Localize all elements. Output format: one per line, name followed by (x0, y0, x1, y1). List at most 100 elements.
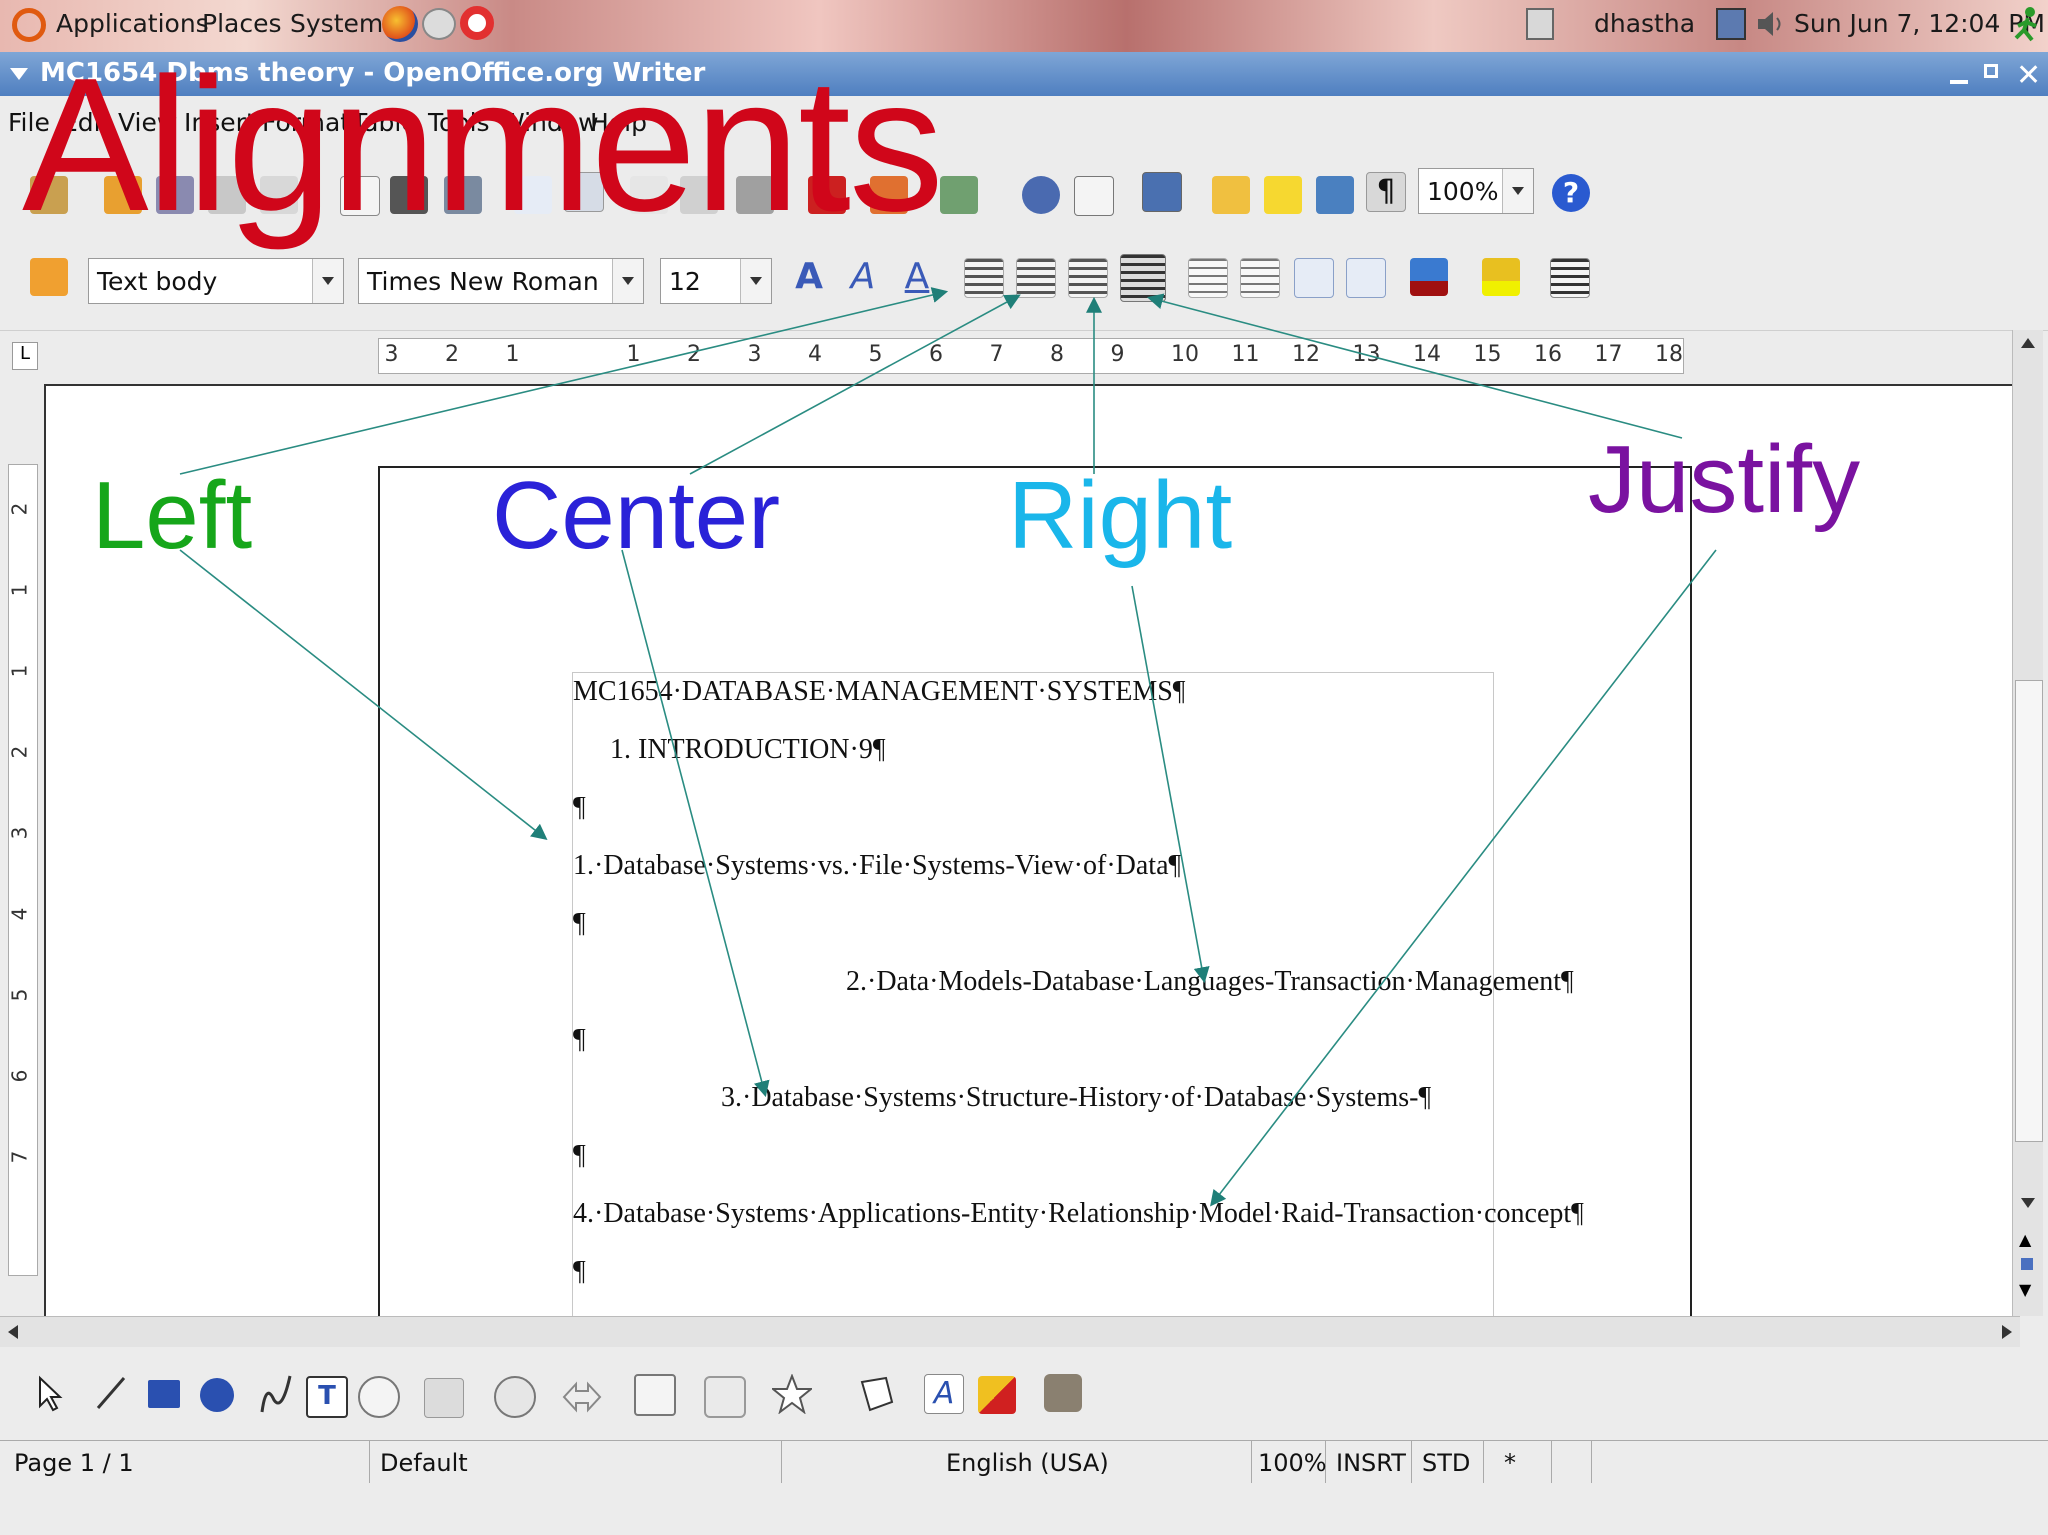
minimize-icon[interactable] (1950, 80, 1968, 84)
vertical-ruler[interactable]: 2 1 1 2 3 4 5 6 7 (7, 464, 38, 1276)
underline-icon[interactable]: A (898, 258, 936, 296)
mail-icon[interactable] (422, 8, 456, 40)
help-icon[interactable]: ? (1552, 174, 1590, 212)
points-icon[interactable] (856, 1374, 894, 1412)
justify-icon[interactable] (1120, 254, 1166, 302)
scroll-left-icon[interactable] (8, 1325, 18, 1339)
increase-indent-icon[interactable] (1346, 258, 1386, 298)
previous-page-icon[interactable]: ▲ (2019, 1230, 2031, 1249)
symbol-shapes-icon[interactable] (494, 1376, 536, 1418)
scroll-down-icon[interactable] (2021, 1198, 2035, 1208)
italic-icon[interactable]: A (844, 258, 882, 296)
gallery-icon[interactable] (1316, 176, 1354, 214)
doc-empty-paragraph[interactable]: ¶ (573, 1024, 586, 1056)
horizontal-scrollbar[interactable] (0, 1316, 2020, 1347)
user-name[interactable]: dhastha (1594, 9, 1695, 38)
fontwork-icon[interactable]: A (924, 1374, 964, 1414)
doc-justified-line[interactable]: 4.·Database·Systems·Applications-Entity·… (573, 1198, 1584, 1230)
select-arrow-icon[interactable] (30, 1374, 68, 1412)
next-page-icon[interactable]: ▼ (2019, 1280, 2031, 1299)
ubuntu-logo-icon[interactable] (12, 8, 46, 42)
doc-empty-paragraph[interactable]: ¶ (573, 792, 586, 824)
font-size-combo[interactable]: 12 (660, 258, 772, 304)
stars-icon[interactable] (770, 1373, 814, 1415)
paragraph-style-combo[interactable]: Text body (88, 258, 344, 304)
bold-icon[interactable]: A (790, 258, 828, 296)
volume-icon[interactable] (1756, 10, 1786, 38)
close-icon[interactable]: ✕ (2016, 58, 2041, 93)
chevron-down-icon[interactable] (1502, 169, 1533, 213)
doc-center-aligned-line[interactable]: 3.·Database·Systems·Structure-History·of… (721, 1082, 1431, 1114)
status-language-cell[interactable]: English (USA) (782, 1441, 1252, 1483)
horizontal-ruler[interactable]: 3 2 1 1 2 3 4 5 6 7 8 9 10 11 12 13 14 15 16 17 18 (378, 338, 1684, 374)
callouts-icon[interactable] (358, 1376, 400, 1418)
status-insert-cell[interactable]: INSRT (1326, 1441, 1412, 1483)
insert-image-icon[interactable] (978, 1376, 1016, 1414)
clock[interactable]: Sun Jun 7, 12:04 PM (1794, 9, 2045, 38)
network-icon[interactable] (1716, 8, 1746, 40)
navigation-icon[interactable] (2021, 1258, 2033, 1270)
scroll-thumb[interactable] (2015, 680, 2043, 1142)
help-lifebuoy-icon[interactable] (460, 6, 494, 40)
show-draw-functions-icon[interactable] (1142, 172, 1182, 212)
block-arrows-icon[interactable] (562, 1378, 602, 1416)
doc-right-aligned-line[interactable]: 2.·Data·Models-Database·Languages-Transa… (846, 966, 1574, 998)
maximize-icon[interactable] (1984, 64, 1998, 78)
ruler-number: 1 (505, 342, 520, 367)
align-center-icon[interactable] (1016, 258, 1056, 298)
flowchart-icon[interactable] (634, 1374, 676, 1416)
chevron-down-icon[interactable] (740, 259, 771, 303)
chevron-down-icon[interactable] (312, 259, 343, 303)
font-color-icon[interactable] (1410, 258, 1448, 296)
scroll-up-icon[interactable] (2021, 338, 2035, 348)
vertical-scrollbar[interactable]: ▲ ▼ (2012, 330, 2043, 1316)
decrease-indent-icon[interactable] (1294, 258, 1334, 298)
scroll-right-icon[interactable] (2002, 1325, 2012, 1339)
status-insert-mode: INSRT (1336, 1449, 1406, 1477)
places-menu[interactable]: Places (202, 9, 282, 38)
highlighting-icon[interactable] (1482, 258, 1520, 296)
status-language: English (USA) (946, 1449, 1109, 1477)
applications-menu[interactable]: Applications (56, 9, 209, 38)
doc-empty-paragraph[interactable]: ¶ (573, 1256, 586, 1288)
background-color-icon[interactable] (1550, 258, 1590, 298)
doc-heading-line[interactable]: 1. INTRODUCTION·9¶ (610, 734, 886, 766)
firefox-icon[interactable] (382, 6, 418, 42)
extrusion-icon[interactable] (1044, 1374, 1082, 1412)
table-icon[interactable] (1074, 176, 1114, 216)
doc-empty-paragraph[interactable]: ¶ (573, 1140, 586, 1172)
doc-empty-paragraph[interactable]: ¶ (573, 908, 586, 940)
status-zoom-cell[interactable]: 100% (1252, 1441, 1327, 1483)
text-box-icon[interactable]: T (306, 1376, 348, 1418)
status-signature-cell[interactable] (1552, 1441, 1592, 1483)
hyperlink-icon[interactable] (1022, 176, 1060, 214)
bullets-icon[interactable] (1240, 258, 1280, 298)
styles-formatting-icon[interactable] (30, 258, 68, 296)
tab-stop-selector[interactable]: L (12, 342, 38, 370)
ellipse-icon[interactable] (200, 1378, 234, 1412)
running-man-icon[interactable] (2012, 6, 2042, 44)
line-icon[interactable] (92, 1374, 130, 1412)
formatting-marks-icon[interactable]: ¶ (1366, 172, 1406, 212)
status-page-cell[interactable]: Page 1 / 1 (0, 1441, 370, 1483)
system-menu[interactable]: System (290, 9, 383, 38)
freeform-line-icon[interactable] (256, 1372, 294, 1413)
zoom-combo[interactable]: 100% (1418, 168, 1534, 214)
status-modified-cell[interactable]: * (1484, 1441, 1552, 1483)
numbering-icon[interactable] (1188, 258, 1228, 298)
chevron-down-icon[interactable] (612, 259, 643, 303)
doc-title-line[interactable]: MC1654·DATABASE·MANAGEMENT·SYSTEMS¶ (573, 676, 1185, 708)
status-style-cell[interactable]: Default (370, 1441, 782, 1483)
status-selection-cell[interactable]: STD (1412, 1441, 1484, 1483)
redo-icon[interactable] (940, 176, 978, 214)
navigator-icon[interactable] (1264, 176, 1302, 214)
rectangle-icon[interactable] (148, 1380, 180, 1408)
align-left-icon[interactable] (964, 258, 1004, 298)
font-name-combo[interactable]: Times New Roman (358, 258, 644, 304)
find-replace-icon[interactable] (1212, 176, 1250, 214)
doc-left-aligned-line[interactable]: 1.·Database·Systems·vs.·File·Systems-Vie… (573, 850, 1181, 882)
align-right-icon[interactable] (1068, 258, 1108, 298)
basic-shapes-icon[interactable] (424, 1378, 464, 1418)
switch-user-icon[interactable] (1526, 8, 1554, 40)
callout-shapes-icon[interactable] (704, 1376, 746, 1418)
